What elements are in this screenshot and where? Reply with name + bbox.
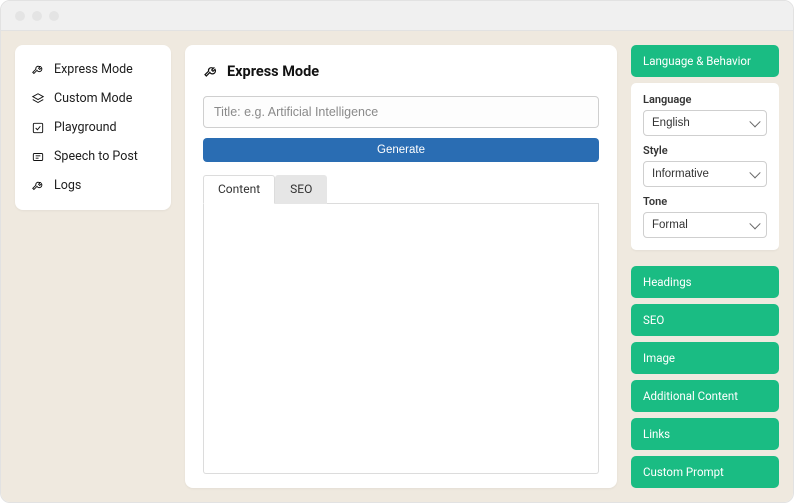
chevron-down-icon: English [643, 110, 767, 136]
chevron-down-icon: Formal [643, 212, 767, 238]
panel-headings[interactable]: Headings [631, 266, 779, 298]
panel-additional-content[interactable]: Additional Content [631, 380, 779, 412]
titlebar [1, 1, 793, 31]
panel-seo[interactable]: SEO [631, 304, 779, 336]
page-title: Express Mode [203, 63, 599, 80]
tone-label: Tone [643, 195, 767, 208]
sidebar-item-express-mode[interactable]: Express Mode [23, 55, 163, 84]
panel-custom-prompt[interactable]: Custom Prompt [631, 456, 779, 488]
tab-content[interactable]: Content [203, 175, 275, 204]
sidebar-item-label: Custom Mode [54, 91, 132, 106]
title-input[interactable] [203, 96, 599, 128]
sidebar-item-label: Playground [54, 120, 117, 135]
sidebar-item-label: Express Mode [54, 62, 133, 77]
window-control-dot [49, 11, 59, 21]
content-textarea[interactable] [203, 204, 599, 474]
sidebar-item-custom-mode[interactable]: Custom Mode [23, 84, 163, 113]
panel-image[interactable]: Image [631, 342, 779, 374]
language-select[interactable]: English [643, 110, 767, 136]
tone-select[interactable]: Formal [643, 212, 767, 238]
sidebar-item-playground[interactable]: Playground [23, 113, 163, 142]
text-block-icon [31, 150, 45, 164]
sidebar-item-speech-to-post[interactable]: Speech to Post [23, 142, 163, 171]
style-label: Style [643, 144, 767, 157]
wrench-icon [31, 179, 45, 193]
wrench-icon [31, 63, 45, 77]
app-window: Express Mode Custom Mode Playground Spee… [0, 0, 794, 503]
workspace: Express Mode Custom Mode Playground Spee… [1, 31, 793, 502]
sidebar-item-label: Logs [54, 178, 81, 193]
sidebar: Express Mode Custom Mode Playground Spee… [15, 45, 171, 210]
sidebar-item-label: Speech to Post [54, 149, 138, 164]
main-panel: Express Mode Generate Content SEO [185, 45, 617, 488]
wrench-icon [203, 64, 219, 80]
panel-links[interactable]: Links [631, 418, 779, 450]
panel-language-behavior[interactable]: Language & Behavior [631, 45, 779, 77]
collapsed-panels: Headings SEO Image Additional Content Li… [631, 266, 779, 488]
panel-language-behavior-body: Language English Style Informative Tone … [631, 83, 779, 250]
style-select[interactable]: Informative [643, 161, 767, 187]
language-label: Language [643, 93, 767, 106]
sidebar-item-logs[interactable]: Logs [23, 171, 163, 200]
window-control-dot [15, 11, 25, 21]
settings-panel: Language & Behavior Language English Sty… [631, 45, 779, 488]
layers-icon [31, 92, 45, 106]
editor-tabs: Content SEO [203, 174, 599, 204]
checkbox-icon [31, 121, 45, 135]
page-title-text: Express Mode [227, 63, 319, 80]
chevron-down-icon: Informative [643, 161, 767, 187]
window-control-dot [32, 11, 42, 21]
tab-seo[interactable]: SEO [275, 175, 327, 204]
generate-button[interactable]: Generate [203, 138, 599, 162]
